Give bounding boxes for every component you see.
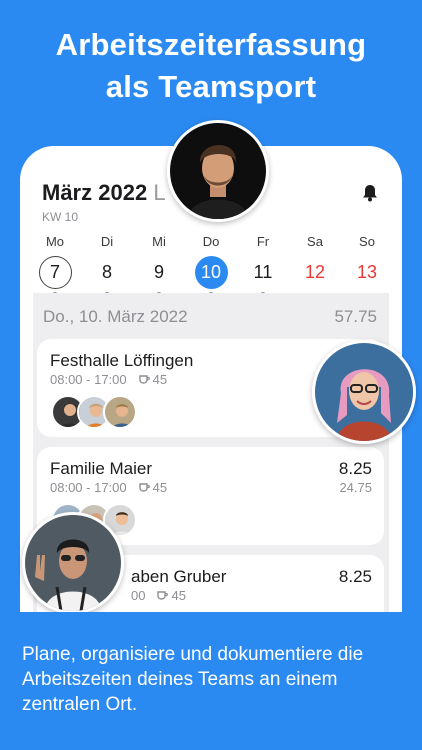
day-saturday[interactable]: Sa 12 — [293, 234, 337, 298]
bell-icon[interactable] — [362, 184, 378, 207]
entry-title: Festhalle Löffingen — [50, 351, 194, 370]
day-thursday[interactable]: Do 10 — [189, 234, 233, 298]
day-tuesday[interactable]: Di 8 — [85, 234, 129, 298]
day-name: Di — [100, 234, 114, 249]
entry-time-row: 08:00 - 17:00 45 — [50, 372, 167, 387]
day-number: 8 — [101, 262, 112, 282]
day-name: Mi — [152, 234, 166, 249]
profile-photo-woman-pink-hair — [312, 340, 416, 444]
day-number: 13 — [356, 262, 378, 282]
month-label: März 2022 — [42, 180, 148, 205]
entry-time: 08:00 - 17:00 — [50, 372, 127, 387]
list-date-header: Do., 10. März 2022 57.75 — [43, 307, 377, 327]
day-friday[interactable]: Fr 11 — [241, 234, 285, 298]
month-extra: L — [153, 180, 166, 205]
entry-hours: 8.25 — [338, 459, 372, 478]
calendar-header: März 2022 L KW 10 — [42, 180, 166, 224]
entry-time: 08:00 - 17:00 — [50, 480, 127, 495]
month-title[interactable]: März 2022 L — [42, 180, 166, 206]
week-strip: Mo 7 Di 8 Mi 9 Do 10 Fr 11 Sa 12 So 13 — [33, 234, 389, 298]
entry-sub-hours: 24.75 — [339, 480, 372, 495]
list-date: Do., 10. März 2022 — [43, 307, 188, 326]
entry-time-row: 00 45 — [131, 588, 186, 603]
profile-photo-man — [167, 120, 269, 222]
entry-title: Familie Maier — [50, 459, 153, 478]
day-number: 7 — [38, 256, 72, 289]
day-name: Mo — [45, 234, 65, 249]
entry-break: 45 — [152, 480, 168, 495]
avatar-group — [51, 395, 137, 429]
day-wednesday[interactable]: Mi 9 — [137, 234, 181, 298]
footer-banner: Plane, organisiere und dokumentiere die … — [0, 612, 422, 750]
week-label: KW 10 — [42, 210, 79, 224]
coffee-cup-icon — [157, 588, 169, 603]
entry-hours: 8.25 — [338, 567, 372, 586]
day-name: Sa — [307, 234, 323, 249]
day-name: So — [359, 234, 375, 249]
headline-line-1: Arbeitszeiterfassung — [55, 27, 367, 62]
entry-break: 45 — [171, 588, 186, 603]
day-name: Do — [202, 234, 220, 249]
entry-time: 00 — [131, 588, 146, 603]
day-name: Fr — [256, 234, 270, 249]
coffee-cup-icon — [138, 372, 150, 387]
profile-photo-woman-peace — [22, 512, 124, 614]
day-number: 12 — [304, 262, 326, 282]
entry-break: 45 — [152, 372, 168, 387]
avatar — [103, 395, 137, 429]
day-number: 10 — [194, 256, 228, 289]
headline: Arbeitszeiterfassung als Teamsport — [0, 24, 422, 108]
headline-line-2: als Teamsport — [105, 69, 317, 104]
day-number: 11 — [253, 262, 273, 282]
entry-time-row: 08:00 - 17:00 45 — [50, 480, 167, 495]
coffee-cup-icon — [138, 480, 150, 495]
footer-text: Plane, organisiere und dokumentiere die … — [22, 644, 364, 715]
day-monday[interactable]: Mo 7 — [33, 234, 77, 298]
day-sunday[interactable]: So 13 — [345, 234, 389, 298]
day-number: 9 — [153, 262, 164, 282]
entry-title: aben Gruber — [131, 567, 227, 586]
list-total: 57.75 — [334, 307, 377, 326]
